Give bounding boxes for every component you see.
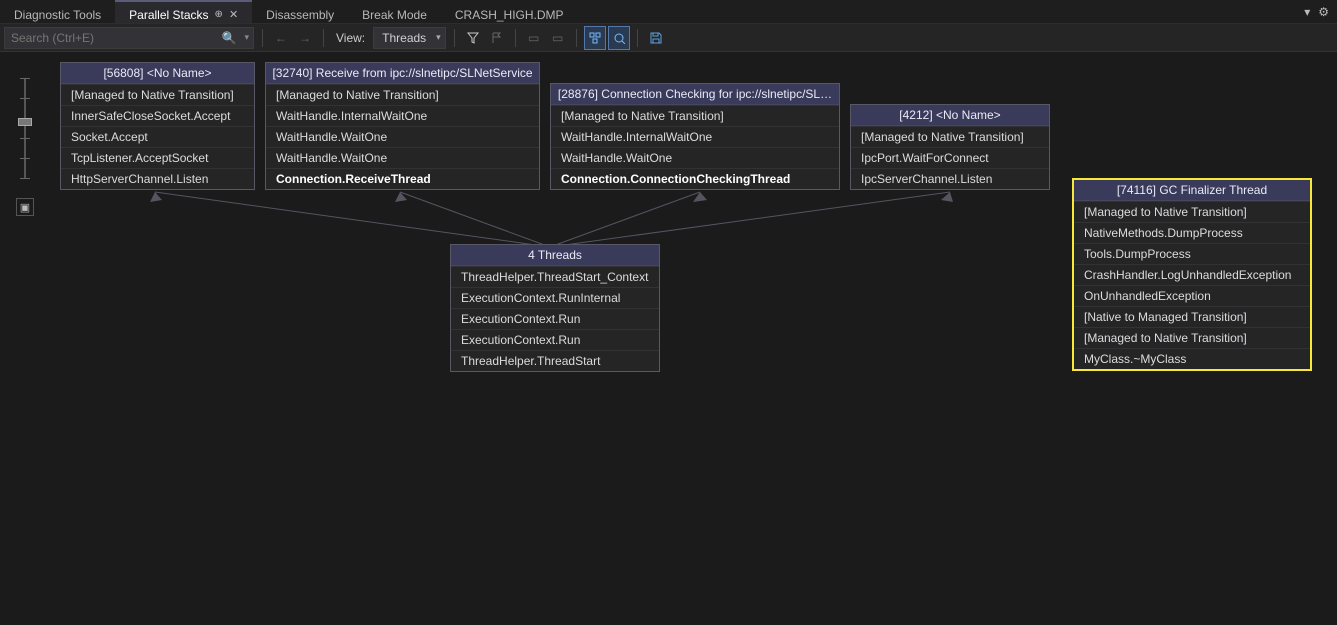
stack-header[interactable]: [56808] <No Name> [61,63,254,84]
stack-frame[interactable]: Connection.ReceiveThread [266,168,539,189]
document-tabs: Diagnostic Tools Parallel Stacks ⊕ ✕ Dis… [0,0,1337,24]
search-icon[interactable]: 🔍 [218,31,241,45]
tab-disassembly[interactable]: Disassembly [252,0,348,23]
stack-frame[interactable]: Tools.DumpProcess [1074,243,1310,264]
zoom-fit-button[interactable]: ▣ [16,198,34,216]
stack-frame[interactable]: IpcPort.WaitForConnect [851,147,1049,168]
stack-header[interactable]: [74116] GC Finalizer Thread [1074,180,1310,201]
stack-frame[interactable]: TcpListener.AcceptSocket [61,147,254,168]
stack-header[interactable]: [32740] Receive from ipc://slnetipc/SLNe… [266,63,539,84]
search-dropdown-icon[interactable]: ▾ [240,32,253,43]
stack-frame[interactable]: ExecutionContext.Run [451,308,659,329]
stack-frame[interactable]: [Native to Managed Transition] [1074,306,1310,327]
stack-frame[interactable]: [Managed to Native Transition] [551,105,839,126]
stack-frame[interactable]: [Managed to Native Transition] [61,84,254,105]
stack-box-74116[interactable]: [74116] GC Finalizer Thread [Managed to … [1072,178,1312,371]
zoom-slider[interactable]: ▣ [18,70,32,210]
stack-frame[interactable]: [Managed to Native Transition] [1074,201,1310,222]
stack-frame[interactable]: ExecutionContext.Run [451,329,659,350]
search-box[interactable]: 🔍 ▾ [4,27,254,49]
search-input[interactable] [5,31,218,45]
freeze-icon[interactable]: ▭ [524,27,544,49]
stack-frame[interactable]: HttpServerChannel.Listen [61,168,254,189]
stack-frame[interactable]: WaitHandle.WaitOne [266,126,539,147]
chevron-down-icon: ▾ [436,32,441,43]
view-dropdown[interactable]: Threads ▾ [373,27,446,49]
stack-frame[interactable]: MyClass.~MyClass [1074,348,1310,369]
stack-frame[interactable]: ThreadHelper.ThreadStart_Context [451,266,659,287]
stack-frame[interactable]: Socket.Accept [61,126,254,147]
zoom-thumb[interactable] [18,118,32,126]
stack-frame[interactable]: NativeMethods.DumpProcess [1074,222,1310,243]
view-value: Threads [382,31,426,45]
tab-diagnostic-tools[interactable]: Diagnostic Tools [0,0,115,23]
stack-box-56808[interactable]: [56808] <No Name> [Managed to Native Tra… [60,62,255,190]
separator [262,29,263,47]
separator [637,29,638,47]
stack-frame[interactable]: ExecutionContext.RunInternal [451,287,659,308]
stack-frame[interactable]: Connection.ConnectionCheckingThread [551,168,839,189]
stack-frame[interactable]: InnerSafeCloseSocket.Accept [61,105,254,126]
stack-header[interactable]: 4 Threads [451,245,659,266]
stack-box-4212[interactable]: [4212] <No Name> [Managed to Native Tran… [850,104,1050,190]
parallel-stacks-canvas[interactable]: ▣ [56808] <No Name> [Managed to Native T… [0,52,1337,625]
gear-icon[interactable]: ⚙ [1318,5,1329,19]
stack-header[interactable]: [4212] <No Name> [851,105,1049,126]
stack-box-28876[interactable]: [28876] Connection Checking for ipc://sl… [550,83,840,190]
stack-frame[interactable]: [Managed to Native Transition] [1074,327,1310,348]
stack-frame[interactable]: OnUnhandledException [1074,285,1310,306]
tab-crash-dump[interactable]: CRASH_HIGH.DMP [441,0,578,23]
close-icon[interactable]: ✕ [229,8,238,21]
stack-frame[interactable]: CrashHandler.LogUnhandledException [1074,264,1310,285]
stack-frame[interactable]: WaitHandle.WaitOne [551,147,839,168]
stack-frame[interactable]: [Managed to Native Transition] [851,126,1049,147]
stack-box-32740[interactable]: [32740] Receive from ipc://slnetipc/SLNe… [265,62,540,190]
thaw-icon[interactable]: ▭ [548,27,568,49]
stack-frame[interactable]: IpcServerChannel.Listen [851,168,1049,189]
filter-icon[interactable] [463,27,483,49]
nav-forward-button[interactable]: → [295,27,315,49]
stack-frame[interactable]: [Managed to Native Transition] [266,84,539,105]
separator [515,29,516,47]
stack-frame[interactable]: ThreadHelper.ThreadStart [451,350,659,371]
tab-break-mode[interactable]: Break Mode [348,0,441,23]
separator [454,29,455,47]
window-menu-icon[interactable]: ▾ [1304,5,1310,19]
stack-box-4threads[interactable]: 4 Threads ThreadHelper.ThreadStart_Conte… [450,244,660,372]
separator [576,29,577,47]
toggle-method-view-icon[interactable] [585,27,605,49]
toolbar: 🔍 ▾ ← → View: Threads ▾ ▭ ▭ [0,24,1337,52]
stack-frame[interactable]: WaitHandle.InternalWaitOne [551,126,839,147]
stack-frame[interactable]: WaitHandle.WaitOne [266,147,539,168]
stack-frame[interactable]: WaitHandle.InternalWaitOne [266,105,539,126]
view-label: View: [332,31,369,45]
autoscroll-icon[interactable] [609,27,629,49]
nav-back-button[interactable]: ← [271,27,291,49]
pin-icon[interactable]: ⊕ [215,9,223,20]
flag-icon[interactable] [487,27,507,49]
save-icon[interactable] [646,27,666,49]
separator [323,29,324,47]
tab-parallel-stacks[interactable]: Parallel Stacks ⊕ ✕ [115,0,252,23]
stack-header[interactable]: [28876] Connection Checking for ipc://sl… [551,84,839,105]
